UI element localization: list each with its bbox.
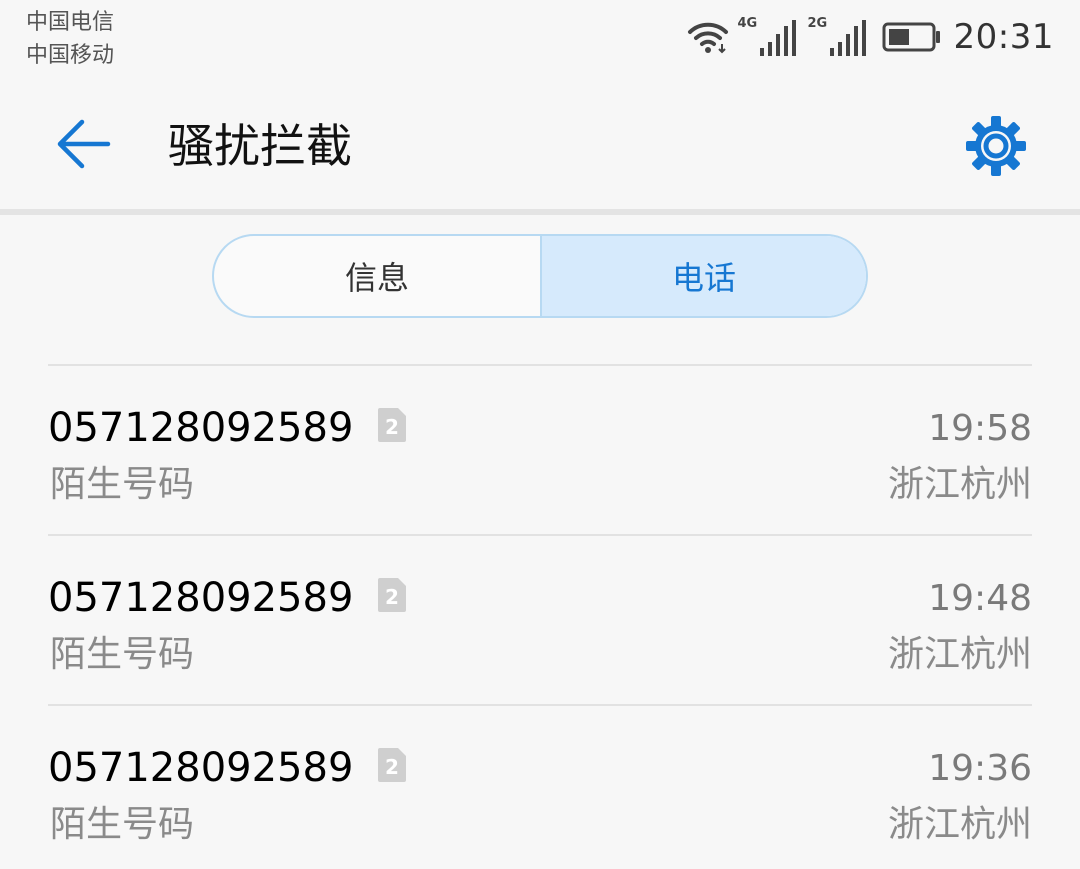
tab-messages[interactable]: 信息 — [214, 236, 540, 316]
sim-slot-number: 2 — [385, 415, 399, 439]
status-clock: 20:31 — [953, 17, 1054, 57]
status-icons: 4G 2G 20:31 — [686, 14, 1054, 60]
list-item[interactable]: 057128092589 2 陌生号码 19:36 浙江杭州 — [48, 704, 1032, 869]
signal-2g-icon: 2G — [808, 16, 866, 58]
page-title: 骚扰拦截 — [168, 119, 352, 173]
sim-card-icon: 2 — [378, 408, 406, 442]
call-time: 19:48 — [928, 578, 1032, 619]
blocked-call-list: 057128092589 2 陌生号码 19:58 浙江杭州 057128092… — [48, 364, 1032, 869]
caller-description: 陌生号码 — [50, 464, 195, 505]
list-item[interactable]: 057128092589 2 陌生号码 19:58 浙江杭州 — [48, 364, 1032, 534]
gear-icon — [964, 114, 1028, 182]
sim-slot-number: 2 — [385, 585, 399, 609]
caller-location: 浙江杭州 — [887, 464, 1032, 505]
call-time: 19:36 — [928, 748, 1032, 789]
carrier-1: 中国电信 — [26, 10, 115, 35]
sim-card-icon: 2 — [378, 578, 406, 612]
carrier-names: 中国电信 中国移动 — [26, 6, 114, 72]
sim-card-icon: 2 — [378, 748, 406, 782]
status-bar: 中国电信 中国移动 4G 2G 20:31 — [0, 0, 1080, 72]
call-time: 19:58 — [928, 408, 1032, 449]
tab-switcher: 信息 电话 — [212, 234, 868, 318]
caller-location: 浙江杭州 — [887, 804, 1032, 845]
app-header: 骚扰拦截 — [0, 72, 1080, 210]
battery-icon — [882, 22, 942, 52]
list-item[interactable]: 057128092589 2 陌生号码 19:48 浙江杭州 — [48, 534, 1032, 704]
caller-description: 陌生号码 — [50, 634, 195, 675]
header-divider — [0, 209, 1080, 215]
carrier-2: 中国移动 — [26, 43, 115, 68]
settings-button[interactable] — [958, 110, 1034, 186]
signal-4g-icon: 4G — [738, 16, 796, 58]
caller-number: 057128092589 — [48, 745, 354, 791]
arrow-left-icon — [54, 114, 114, 178]
sim-slot-number: 2 — [385, 755, 399, 779]
tab-calls[interactable]: 电话 — [540, 236, 866, 316]
caller-description: 陌生号码 — [50, 804, 195, 845]
back-button[interactable] — [48, 110, 120, 182]
caller-location: 浙江杭州 — [887, 634, 1032, 675]
caller-number: 057128092589 — [48, 575, 354, 621]
caller-number: 057128092589 — [48, 405, 354, 451]
wifi-icon — [686, 20, 730, 54]
